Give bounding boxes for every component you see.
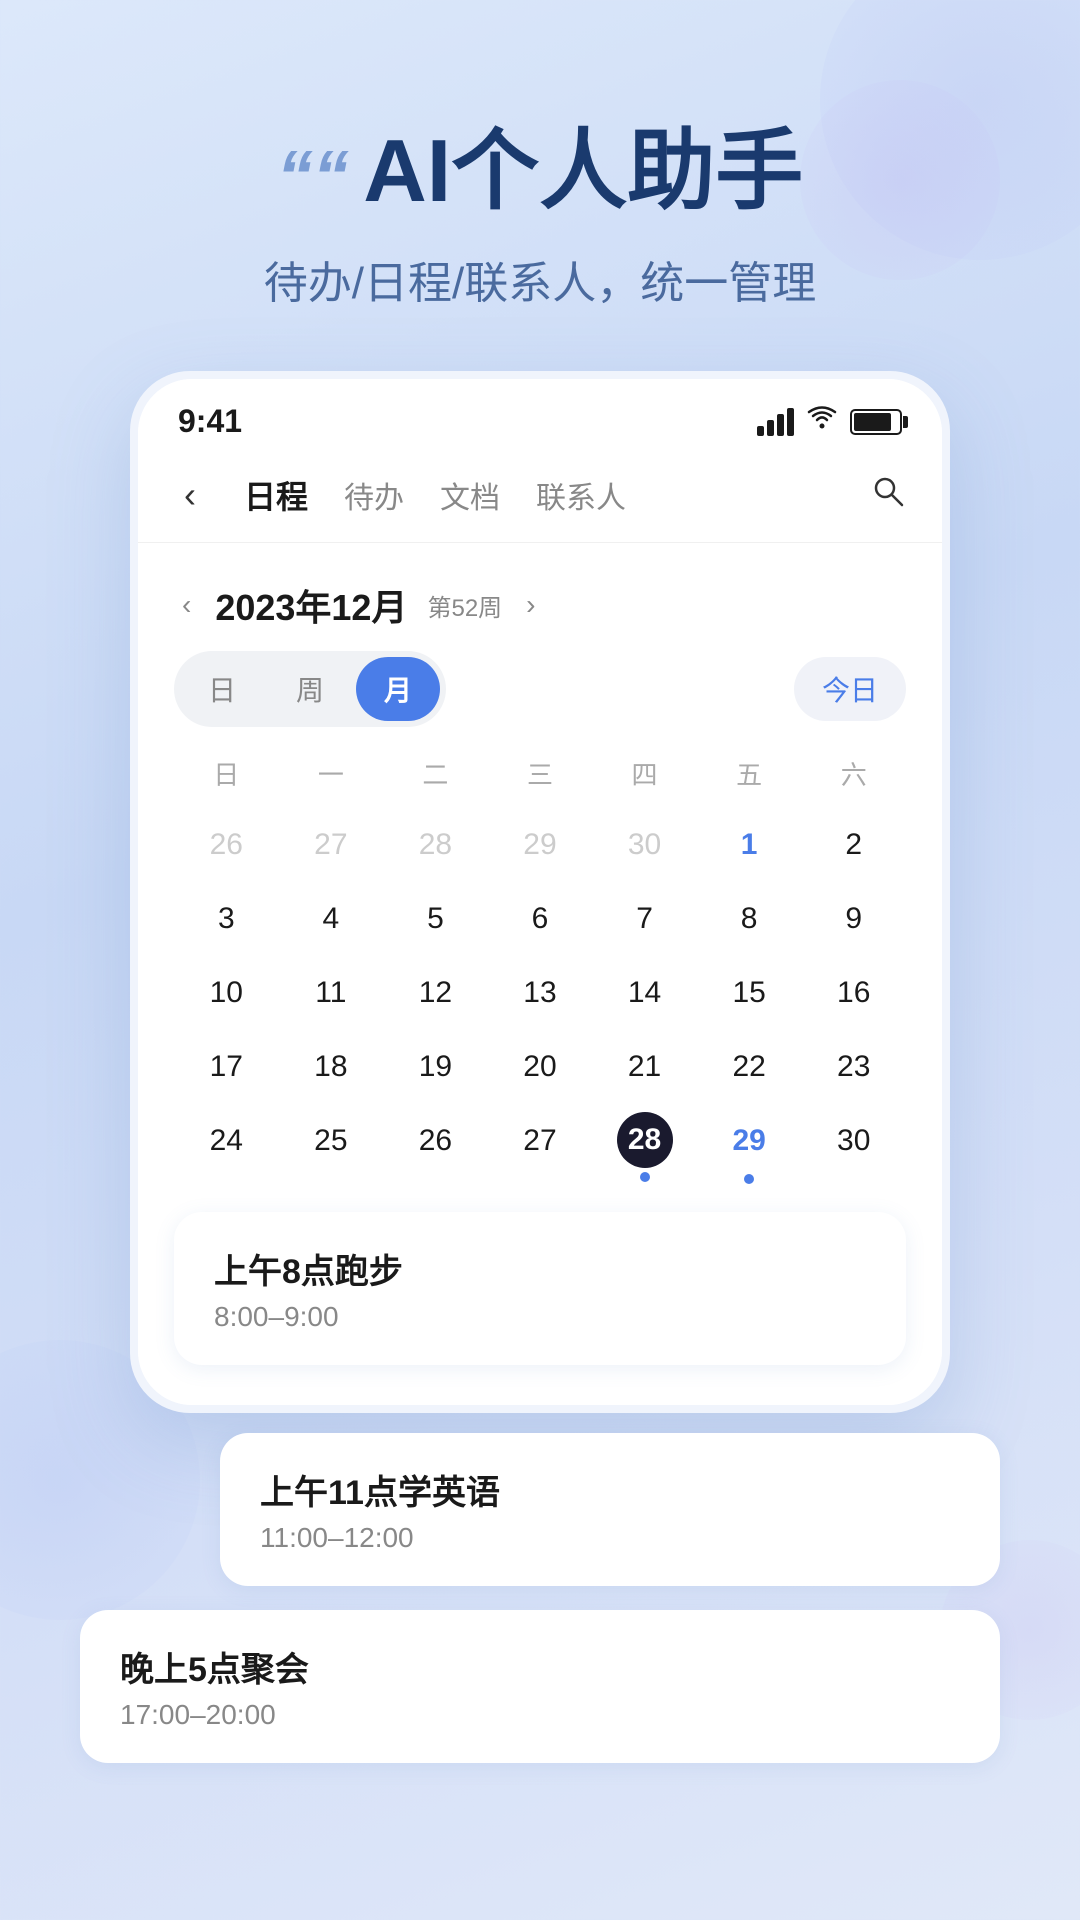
table-row[interactable]: 13 [488,956,593,1030]
tab-todo[interactable]: 待办 [326,465,422,525]
weekday-mon: 一 [279,747,384,800]
back-button[interactable]: ‹ [174,470,206,520]
event-card-2[interactable]: 上午11点学英语 11:00–12:00 [220,1433,1000,1586]
month-header: ‹ 2023年12月 第52周 › [174,563,906,651]
quote-symbol: ““ [277,137,349,217]
battery-icon [850,409,902,435]
event-dot [744,1174,754,1184]
status-icons [757,405,902,438]
phone-container: 9:41 [0,371,1080,1413]
app-title: AI个人助手 [363,121,803,220]
table-row[interactable]: 4 [279,882,384,956]
today-cell[interactable]: 28 [592,1104,697,1192]
table-row[interactable]: 7 [592,882,697,956]
table-row[interactable]: 1 [697,808,802,882]
search-button[interactable] [870,473,906,518]
header-section: ““ AI个人助手 待办/日程/联系人，统一管理 [0,0,1080,371]
next-month-button[interactable]: › [518,585,543,625]
table-row[interactable]: 9 [801,882,906,956]
table-row[interactable]: 14 [592,956,697,1030]
table-row[interactable]: 21 [592,1030,697,1104]
table-row[interactable]: 8 [697,882,802,956]
table-row[interactable]: 18 [279,1030,384,1104]
calendar-week-3: 10 11 12 13 14 15 16 [174,956,906,1030]
calendar-section: ‹ 2023年12月 第52周 › 日 周 月 今日 [138,543,942,1405]
table-row[interactable]: 15 [697,956,802,1030]
today-button[interactable]: 今日 [794,657,906,721]
view-toggle: 日 周 月 [174,651,446,727]
table-row[interactable]: 23 [801,1030,906,1104]
weekday-fri: 五 [697,747,802,800]
table-row[interactable]: 26 [383,1104,488,1192]
table-row[interactable]: 16 [801,956,906,1030]
month-title: 2023年12月 [215,579,407,631]
status-bar: 9:41 [138,379,942,448]
phone-screen: 9:41 [138,379,942,1405]
week-view-button[interactable]: 周 [268,657,352,721]
calendar-week-1: 26 27 28 29 30 1 2 [174,808,906,882]
table-row[interactable]: 22 [697,1030,802,1104]
event-title-2: 上午11点学英语 [260,1465,960,1514]
tab-schedule[interactable]: 日程 [226,464,326,526]
calendar-week-5: 24 25 26 27 28 29 30 [174,1104,906,1192]
event-time-2: 11:00–12:00 [260,1522,960,1554]
table-row[interactable]: 28 [383,808,488,882]
calendar-week-4: 17 18 19 20 21 22 23 [174,1030,906,1104]
table-row[interactable]: 5 [383,882,488,956]
weekday-sun: 日 [174,747,279,800]
weekday-tue: 二 [383,747,488,800]
table-row[interactable]: 6 [488,882,593,956]
table-row[interactable]: 26 [174,808,279,882]
event-title-1: 上午8点跑步 [214,1244,866,1293]
wifi-icon [806,405,838,438]
weekday-wed: 三 [488,747,593,800]
table-row[interactable]: 20 [488,1030,593,1104]
prev-month-button[interactable]: ‹ [174,585,199,625]
table-row[interactable]: 29 [488,808,593,882]
weekday-thu: 四 [592,747,697,800]
event-time-3: 17:00–20:00 [120,1699,960,1731]
week-label: 第52周 [427,588,502,623]
table-row[interactable]: 12 [383,956,488,1030]
view-toggle-row: 日 周 月 今日 [174,651,906,727]
table-row[interactable]: 30 [801,1104,906,1192]
table-row[interactable]: 25 [279,1104,384,1192]
event-card-3[interactable]: 晚上5点聚会 17:00–20:00 [80,1610,1000,1763]
calendar-grid: 日 一 二 三 四 五 六 26 27 28 29 30 [174,747,906,1192]
table-row[interactable]: 17 [174,1030,279,1104]
navigation-tabs: ‹ 日程 待办 文档 联系人 [138,448,942,543]
app-subtitle: 待办/日程/联系人，统一管理 [80,247,1000,311]
signal-icon [757,408,794,436]
tab-contacts[interactable]: 联系人 [518,465,644,525]
tab-docs[interactable]: 文档 [422,465,518,525]
weekday-sat: 六 [801,747,906,800]
table-row[interactable]: 27 [488,1104,593,1192]
table-row[interactable]: 29 [697,1104,802,1192]
table-row[interactable]: 24 [174,1104,279,1192]
table-row[interactable]: 11 [279,956,384,1030]
event-title-3: 晚上5点聚会 [120,1642,960,1691]
month-view-button[interactable]: 月 [356,657,440,721]
table-row[interactable]: 27 [279,808,384,882]
day-view-button[interactable]: 日 [180,657,264,721]
phone-mockup: 9:41 [130,371,950,1413]
event-dot [640,1172,650,1182]
weekday-headers: 日 一 二 三 四 五 六 [174,747,906,800]
table-row[interactable]: 3 [174,882,279,956]
table-row[interactable]: 19 [383,1030,488,1104]
status-time: 9:41 [178,403,242,440]
table-row[interactable]: 10 [174,956,279,1030]
event-card-1[interactable]: 上午8点跑步 8:00–9:00 [174,1212,906,1365]
event-time-1: 8:00–9:00 [214,1301,866,1333]
events-section: 上午8点跑步 8:00–9:00 [174,1192,906,1365]
calendar-week-2: 3 4 5 6 7 8 9 [174,882,906,956]
table-row[interactable]: 2 [801,808,906,882]
table-row[interactable]: 30 [592,808,697,882]
